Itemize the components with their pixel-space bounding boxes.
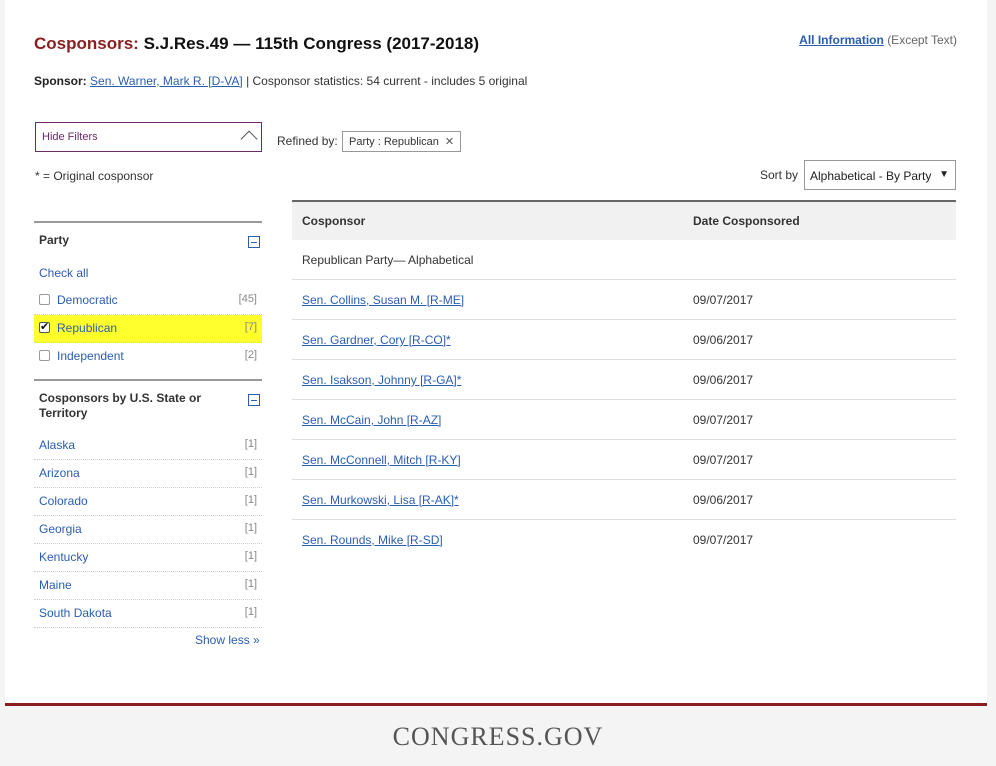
table-row: Sen. Murkowski, Lisa [R-AK]* 09/06/2017 — [292, 480, 956, 520]
dropdown-arrow-icon: ▼ — [939, 169, 949, 180]
filter-count: [1] — [244, 550, 257, 562]
date-cosponsored: 09/07/2017 — [693, 453, 754, 467]
state-facet: Cosponsors by U.S. State or Territory Al… — [34, 379, 262, 629]
sort-selected-value: Alphabetical - By Party — [810, 169, 932, 183]
table-row: Sen. Collins, Susan M. [R-ME] 09/07/2017 — [292, 280, 956, 320]
sort-select[interactable]: Alphabetical - By Party ▼ — [804, 160, 956, 190]
filter-label: Colorado — [39, 494, 88, 508]
all-information-link[interactable]: All Information — [799, 33, 884, 47]
filter-label: Georgia — [39, 522, 82, 536]
cosponsor-link[interactable]: Sen. Rounds, Mike [R-SD] — [302, 533, 443, 547]
date-cosponsored: 09/07/2017 — [693, 533, 754, 547]
filter-count: [7] — [244, 321, 257, 333]
filter-item-state[interactable]: Alaska [1] — [34, 432, 262, 460]
date-cosponsored: 09/07/2017 — [693, 293, 754, 307]
party-facet: Party Check all Democratic [45] Republic… — [34, 221, 262, 371]
filter-label: Democratic — [57, 293, 118, 307]
show-less-link[interactable]: Show less » — [195, 633, 260, 647]
all-information: All Information (Except Text) — [799, 33, 957, 47]
page-content: Cosponsors: S.J.Res.49 — 115th Congress … — [5, 0, 987, 703]
refine-tag-label: Party : Republican — [349, 136, 439, 148]
cosponsor-link[interactable]: Sen. Murkowski, Lisa [R-AK]* — [302, 493, 459, 507]
collapse-icon[interactable] — [248, 236, 260, 248]
all-information-suffix: (Except Text) — [887, 33, 957, 47]
checkbox-checked[interactable] — [39, 320, 50, 333]
table-header: Cosponsor Date Cosponsored — [292, 200, 956, 240]
filter-item-democratic[interactable]: Democratic [45] — [34, 287, 262, 315]
group-row: Republican Party— Alphabetical — [292, 240, 956, 280]
title-label: Cosponsors: — [34, 34, 139, 53]
congress-gov-logo[interactable]: CONGRESS.GOV — [0, 722, 996, 752]
filter-item-state[interactable]: Kentucky [1] — [34, 544, 262, 572]
cosponsor-link[interactable]: Sen. Collins, Susan M. [R-ME] — [302, 293, 464, 307]
filter-count: [1] — [244, 578, 257, 590]
refined-by-label: Refined by: — [277, 134, 338, 148]
check-all-link[interactable]: Check all — [39, 266, 88, 280]
filter-label: Alaska — [39, 438, 76, 452]
original-cosponsor-note: * = Original cosponsor — [35, 169, 154, 183]
sponsor-label: Sponsor: — [34, 74, 87, 88]
checkbox[interactable] — [39, 294, 50, 305]
cosponsor-statistics: | Cosponsor statistics: 54 current - inc… — [246, 74, 528, 88]
cosponsor-link[interactable]: Sen. Isakson, Johnny [R-GA]* — [302, 373, 461, 387]
date-cosponsored: 09/06/2017 — [693, 373, 754, 387]
cosponsor-link[interactable]: Sen. Gardner, Cory [R-CO]* — [302, 333, 451, 347]
footer-divider — [5, 703, 987, 706]
filter-count: [1] — [244, 494, 257, 506]
filter-count: [45] — [238, 293, 257, 305]
cosponsor-link[interactable]: Sen. McConnell, Mitch [R-KY] — [302, 453, 461, 467]
close-icon[interactable]: ✕ — [445, 136, 454, 148]
table-row: Sen. McCain, John [R-AZ] 09/07/2017 — [292, 400, 956, 440]
hide-filters-label: Hide Filters — [42, 131, 98, 143]
filter-count: [1] — [244, 522, 257, 534]
party-facet-heading: Party — [34, 223, 262, 248]
filter-item-independent[interactable]: Independent [2] — [34, 343, 262, 371]
column-header-cosponsor: Cosponsor — [302, 214, 366, 228]
table-row: Sen. Gardner, Cory [R-CO]* 09/06/2017 — [292, 320, 956, 360]
table-row: Sen. McConnell, Mitch [R-KY] 09/07/2017 — [292, 440, 956, 480]
table-row: Sen. Rounds, Mike [R-SD] 09/07/2017 — [292, 520, 956, 560]
date-cosponsored: 09/06/2017 — [693, 493, 754, 507]
filter-count: [1] — [244, 466, 257, 478]
filter-item-republican[interactable]: Republican [7] — [34, 315, 262, 343]
filter-count: [2] — [244, 349, 257, 361]
filter-label: Kentucky — [39, 550, 89, 564]
table-row: Sen. Isakson, Johnny [R-GA]* 09/06/2017 — [292, 360, 956, 400]
title-text: S.J.Res.49 — 115th Congress (2017-2018) — [143, 34, 480, 53]
filter-item-state[interactable]: Georgia [1] — [34, 516, 262, 544]
state-heading: Cosponsors by U.S. State or Territory — [39, 391, 202, 420]
filter-label: Arizona — [39, 466, 80, 480]
sort-label: Sort by — [760, 168, 799, 182]
page-title: Cosponsors: S.J.Res.49 — 115th Congress … — [34, 34, 479, 54]
filter-item-state[interactable]: Arizona [1] — [34, 460, 262, 488]
party-heading: Party — [39, 233, 70, 247]
filter-label: South Dakota — [39, 606, 112, 620]
filter-item-state[interactable]: Colorado [1] — [34, 488, 262, 516]
sponsor-row: Sponsor: Sen. Warner, Mark R. [D-VA] | C… — [34, 74, 527, 88]
filter-label: Maine — [39, 578, 72, 592]
state-facet-heading: Cosponsors by U.S. State or Territory — [34, 381, 234, 421]
filter-label: Republican — [57, 321, 118, 335]
filter-count: [1] — [244, 606, 257, 618]
filter-item-state[interactable]: Maine [1] — [34, 572, 262, 600]
refine-tag[interactable]: Party : Republican ✕ — [342, 131, 462, 152]
cosponsor-link[interactable]: Sen. McCain, John [R-AZ] — [302, 413, 441, 427]
hide-filters-button[interactable]: Hide Filters — [35, 122, 262, 152]
sponsor-link[interactable]: Sen. Warner, Mark R. [D-VA] — [90, 74, 243, 88]
chevron-up-icon — [240, 130, 258, 148]
date-cosponsored: 09/07/2017 — [693, 413, 754, 427]
filter-item-state[interactable]: South Dakota [1] — [34, 600, 262, 628]
filter-label: Independent — [57, 349, 124, 363]
checkbox[interactable] — [39, 350, 50, 361]
filter-count: [1] — [244, 438, 257, 450]
date-cosponsored: 09/06/2017 — [693, 333, 754, 347]
column-header-date: Date Cosponsored — [693, 214, 800, 228]
collapse-icon[interactable] — [248, 394, 260, 406]
group-label: Republican Party— Alphabetical — [302, 253, 474, 267]
cosponsor-table: Cosponsor Date Cosponsored Republican Pa… — [292, 200, 956, 560]
